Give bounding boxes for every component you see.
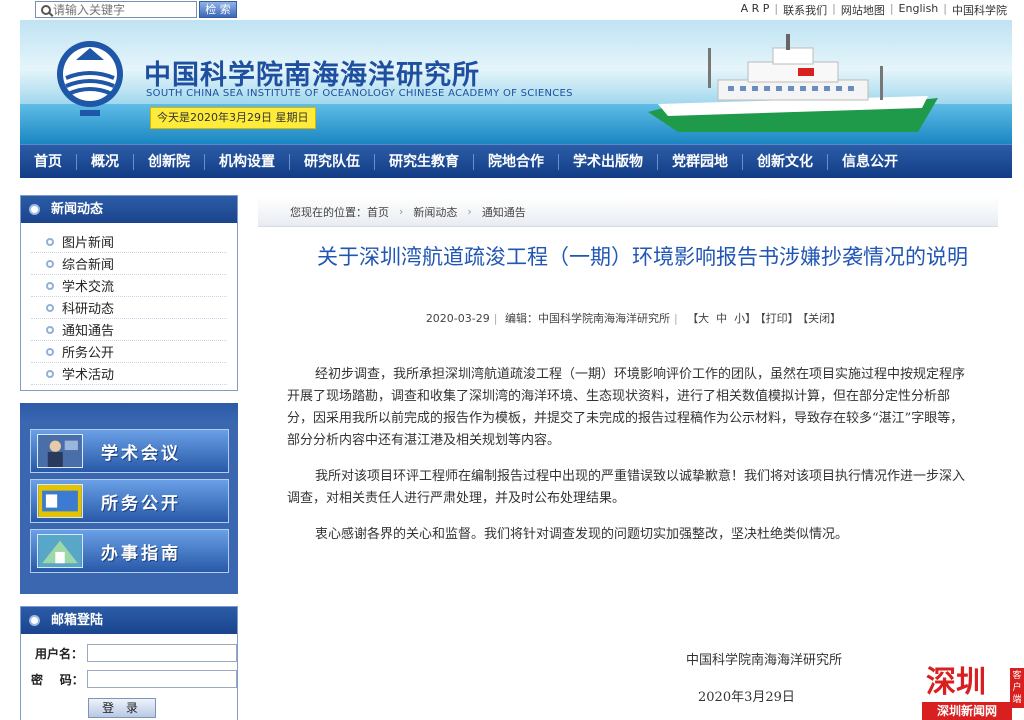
top-link-arp[interactable]: A R P xyxy=(736,2,775,18)
article-body: 经初步调查，我所承担深圳湾航道疏浚工程（一期）环境影响评价工作的团队，虽然在项目… xyxy=(287,364,970,560)
mail-panel-title: 邮箱登陆 xyxy=(51,613,104,628)
breadcrumb: 您现在的位置： 首页 › 新闻动态 › 通知通告 xyxy=(258,197,998,227)
print-button[interactable]: 【打印】 xyxy=(760,312,799,325)
chevron-right-icon: › xyxy=(467,205,472,218)
nav-cooperation[interactable]: 院地合作 xyxy=(474,153,559,170)
top-link-sitemap[interactable]: 网站地图 xyxy=(836,2,890,18)
login-button[interactable]: 登 录 xyxy=(88,698,156,718)
header-banner: 中国科学院南海海洋研究所 SOUTH CHINA SEA INSTITUTE O… xyxy=(20,20,1012,144)
site-title-english: SOUTH CHINA SEA INSTITUTE OF OCEANOLOGY … xyxy=(146,88,573,99)
password-label: 密 码： xyxy=(31,672,84,687)
article-signature: 中国科学院南海海洋研究所 xyxy=(686,653,843,668)
news-item[interactable]: 学术交流 xyxy=(31,275,227,297)
today-date: 今天是2020年3月29日 星期日 xyxy=(150,107,316,129)
search-input[interactable] xyxy=(53,2,189,17)
article-paragraph: 我所对该项目环评工程师在编制报告过程中出现的严重错误致以诚挚歉意！我们将对该项目… xyxy=(287,469,966,506)
news-panel-title: 新闻动态 xyxy=(51,202,104,217)
sznews-watermark: 深圳 客户端 深圳新闻网 xyxy=(922,666,1024,720)
watermark-subtitle: 深圳新闻网 xyxy=(922,702,1012,720)
username-label: 用户名： xyxy=(34,646,83,661)
password-input[interactable] xyxy=(87,670,237,688)
article-date: 2020-03-29 xyxy=(425,312,490,325)
search-icon xyxy=(41,4,51,15)
news-item[interactable]: 所务公开 xyxy=(31,341,227,363)
guide-photo-icon xyxy=(37,534,83,568)
main-nav: 首页 概况 创新院 机构设置 研究队伍 研究生教育 院地合作 学术出版物 党群园… xyxy=(20,144,1012,178)
quick-link-label: 学术会议 xyxy=(101,443,181,464)
breadcrumb-notices[interactable]: 通知通告 xyxy=(482,204,526,220)
close-button[interactable]: 【关闭】 xyxy=(803,312,842,325)
username-input[interactable] xyxy=(87,644,237,662)
news-item-label: 通知通告 xyxy=(62,324,115,339)
nav-research-team[interactable]: 研究队伍 xyxy=(290,153,375,170)
article-title: 关于深圳湾航道疏浚工程（一期）环境影响报告书涉嫌抄袭情况的说明 xyxy=(317,245,968,269)
font-size-options[interactable]: 【大 中 小】 xyxy=(687,312,756,325)
news-item[interactable]: 学术活动 xyxy=(31,363,227,385)
chevron-right-icon: › xyxy=(399,205,404,218)
site-title: 中国科学院南海海洋研究所 xyxy=(144,60,480,91)
news-item-label: 所务公开 xyxy=(62,346,115,361)
article-sign-date: 2020年3月29日 xyxy=(698,690,795,705)
article-editor: 编辑：中国科学院南海海洋研究所 xyxy=(504,312,670,325)
institute-affairs-button[interactable]: 所务公开 xyxy=(30,479,229,523)
quick-link-label: 办事指南 xyxy=(101,543,181,564)
bullet-icon xyxy=(29,615,40,626)
news-item[interactable]: 综合新闻 xyxy=(31,253,227,275)
nav-home[interactable]: 首页 xyxy=(20,153,77,170)
academic-conference-button[interactable]: 学术会议 xyxy=(30,429,229,473)
top-bar: 检 索 A R P| 联系我们| 网站地图| English| 中国科学院 xyxy=(0,0,1024,20)
top-link-contact[interactable]: 联系我们 xyxy=(778,2,832,18)
top-link-cas[interactable]: 中国科学院 xyxy=(947,2,1012,18)
institute-logo-icon xyxy=(57,41,123,116)
news-item[interactable]: 科研动态 xyxy=(31,297,227,319)
quick-links-panel: 学术会议 所务公开 办事指南 xyxy=(20,403,238,594)
watermark-logo: 深圳 xyxy=(926,665,986,700)
nav-culture[interactable]: 创新文化 xyxy=(743,153,828,170)
news-item-label: 图片新闻 xyxy=(62,236,115,251)
nav-graduate-education[interactable]: 研究生教育 xyxy=(375,153,474,170)
breadcrumb-prefix: 您现在的位置： xyxy=(290,205,367,219)
news-item-label: 综合新闻 xyxy=(62,258,115,273)
nav-disclosure[interactable]: 信息公开 xyxy=(828,154,912,170)
bullet-icon xyxy=(46,237,54,246)
news-item[interactable]: 图片新闻 xyxy=(31,231,227,253)
nav-departments[interactable]: 机构设置 xyxy=(205,153,290,170)
bullet-icon xyxy=(46,259,54,268)
nav-party[interactable]: 党群园地 xyxy=(658,153,743,170)
nav-publications[interactable]: 学术出版物 xyxy=(559,153,658,170)
breadcrumb-news[interactable]: 新闻动态 xyxy=(413,204,457,220)
news-item-label: 学术活动 xyxy=(62,368,115,383)
nav-overview[interactable]: 概况 xyxy=(77,153,134,170)
news-panel-header: 新闻动态 xyxy=(21,196,237,223)
conference-photo-icon xyxy=(37,434,83,468)
mail-login-panel: 邮箱登陆 用户名： 密 码： 登 录 xyxy=(20,606,238,720)
news-item-label: 学术交流 xyxy=(62,280,115,295)
watermark-tag: 客户端 xyxy=(1010,668,1024,708)
breadcrumb-home[interactable]: 首页 xyxy=(367,204,389,220)
service-guide-button[interactable]: 办事指南 xyxy=(30,529,229,573)
nav-innovation[interactable]: 创新院 xyxy=(134,153,205,170)
news-item[interactable]: 通知通告 xyxy=(31,319,227,341)
news-item-label: 科研动态 xyxy=(62,302,115,317)
top-link-english[interactable]: English xyxy=(894,2,944,18)
news-panel: 新闻动态 图片新闻 综合新闻 学术交流 科研动态 通知通告 所务公开 学术活动 xyxy=(20,195,238,391)
bullet-icon xyxy=(46,281,54,290)
research-ship-image xyxy=(648,34,938,132)
affairs-photo-icon xyxy=(37,484,83,518)
bullet-icon xyxy=(46,303,54,312)
article-meta: 2020-03-29 | 编辑：中国科学院南海海洋研究所 | 【大 中 小】 【打印】… xyxy=(425,312,842,325)
search-button[interactable]: 检 索 xyxy=(199,1,237,18)
article-paragraph: 经初步调查，我所承担深圳湾航道疏浚工程（一期）环境影响评价工作的团队，虽然在项目… xyxy=(287,367,966,448)
search-box[interactable] xyxy=(35,1,197,18)
article-paragraph: 衷心感谢各界的关心和监督。我们将针对调查发现的问题切实加强整改，坚决杜绝类似情况… xyxy=(315,527,849,542)
bullet-icon xyxy=(46,347,54,356)
bullet-icon xyxy=(29,204,40,215)
bullet-icon xyxy=(46,325,54,334)
mail-panel-header: 邮箱登陆 xyxy=(21,607,237,634)
bullet-icon xyxy=(46,369,54,378)
quick-link-label: 所务公开 xyxy=(101,493,181,514)
top-links: A R P | 联系我们 | 网站地图 | English | 中国科学院 xyxy=(736,2,1012,18)
